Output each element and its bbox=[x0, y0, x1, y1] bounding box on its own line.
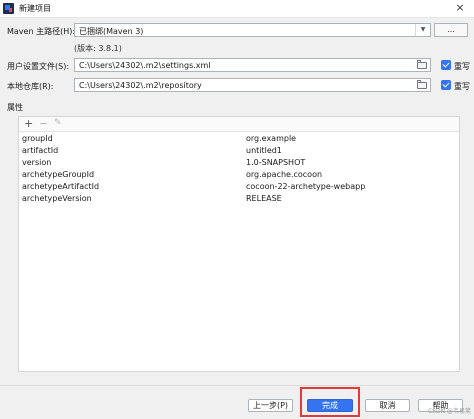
table-row[interactable]: archetypeArtifactId cocoon-22-archetype-… bbox=[19, 182, 459, 192]
property-key: archetypeGroupId bbox=[22, 170, 95, 179]
close-icon[interactable]: × bbox=[452, 1, 468, 15]
user-settings-label: 用户设置文件(S): bbox=[7, 62, 70, 71]
properties-section-label: 属性 bbox=[7, 103, 23, 112]
property-value: cocoon-22-archetype-webapp bbox=[246, 182, 366, 191]
remove-icon[interactable]: − bbox=[39, 117, 48, 130]
property-value: org.apache.cocoon bbox=[246, 170, 323, 179]
property-key: version bbox=[22, 158, 52, 167]
property-value: RELEASE bbox=[246, 194, 282, 203]
table-row[interactable]: archetypeVersion RELEASE bbox=[19, 194, 459, 204]
maven-home-label: Maven 主路径(H): bbox=[7, 27, 76, 36]
maven-home-select[interactable]: 已捆绑(Maven 3) ▼ bbox=[74, 23, 431, 37]
finish-highlight-box bbox=[300, 387, 360, 417]
folder-icon[interactable] bbox=[417, 80, 427, 89]
maven-version-text: (版本: 3.8.1) bbox=[74, 44, 122, 53]
window-title: 新建项目 bbox=[19, 4, 51, 13]
table-row[interactable]: groupId org.example bbox=[19, 134, 459, 144]
user-settings-value: C:\Users\24302\.m2\settings.xml bbox=[79, 61, 211, 70]
property-key: groupId bbox=[22, 134, 53, 143]
user-settings-field[interactable]: C:\Users\24302\.m2\settings.xml bbox=[74, 58, 431, 72]
table-row[interactable]: artifactId untitled1 bbox=[19, 146, 459, 156]
local-repo-override-label: 重写 bbox=[454, 82, 470, 91]
cancel-button[interactable]: 取消 bbox=[365, 399, 410, 412]
add-icon[interactable]: + bbox=[24, 117, 33, 130]
folder-icon[interactable] bbox=[417, 60, 427, 69]
table-row[interactable]: version 1.0-SNAPSHOT bbox=[19, 158, 459, 168]
property-key: archetypeVersion bbox=[22, 194, 92, 203]
user-settings-override-checkbox[interactable] bbox=[441, 60, 451, 70]
local-repo-override-checkbox[interactable] bbox=[441, 80, 451, 90]
properties-toolbar: + − ✎ bbox=[19, 117, 459, 132]
edit-icon[interactable]: ✎ bbox=[54, 117, 62, 130]
maven-home-value: 已捆绑(Maven 3) bbox=[79, 27, 144, 36]
chevron-down-icon[interactable]: ▼ bbox=[415, 24, 430, 36]
watermark: CSDN @韦易笑 bbox=[427, 408, 471, 415]
intellij-app-icon bbox=[3, 3, 14, 14]
property-value: org.example bbox=[246, 134, 297, 143]
property-value: untitled1 bbox=[246, 146, 282, 155]
properties-table: + − ✎ groupId org.example artifactId unt… bbox=[18, 116, 460, 372]
local-repo-label: 本地仓库(R): bbox=[7, 82, 54, 91]
local-repo-field[interactable]: C:\Users\24302\.m2\repository bbox=[74, 78, 431, 92]
property-key: archetypeArtifactId bbox=[22, 182, 100, 191]
previous-button[interactable]: 上一步(P) bbox=[248, 399, 293, 412]
table-row[interactable]: archetypeGroupId org.apache.cocoon bbox=[19, 170, 459, 180]
property-value: 1.0-SNAPSHOT bbox=[246, 158, 306, 167]
footer-divider bbox=[0, 385, 474, 386]
title-bar: 新建项目 × bbox=[0, 0, 474, 18]
user-settings-override-label: 重写 bbox=[454, 62, 470, 71]
maven-home-browse-button[interactable]: ... bbox=[434, 23, 468, 37]
local-repo-value: C:\Users\24302\.m2\repository bbox=[79, 81, 202, 90]
property-key: artifactId bbox=[22, 146, 59, 155]
